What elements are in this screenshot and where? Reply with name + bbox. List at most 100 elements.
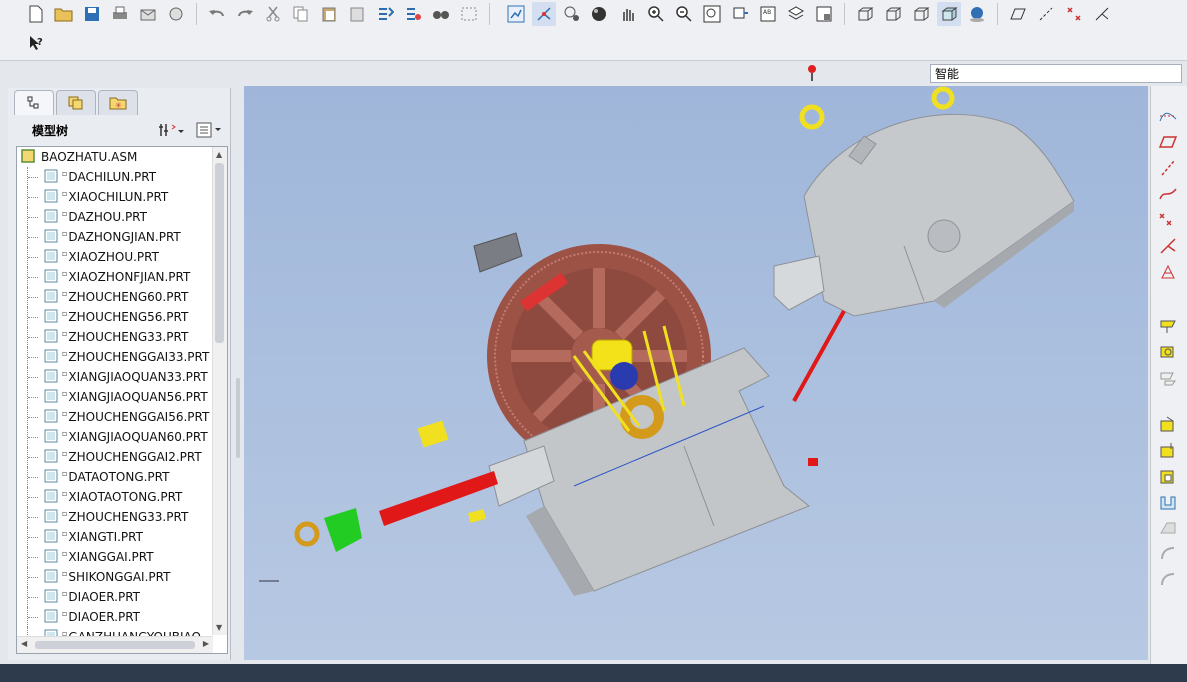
- lifting-ring-2[interactable]: [931, 86, 955, 110]
- scroll-down-icon[interactable]: ▼: [216, 623, 222, 632]
- tree-item[interactable]: ▫ DIAOER.PRT: [17, 607, 140, 627]
- tree-vertical-scrollbar[interactable]: ▲ ▼: [212, 147, 227, 635]
- datum-axis-tool-icon[interactable]: [1156, 156, 1180, 180]
- component-insert-icon[interactable]: [1156, 314, 1180, 338]
- undo-icon[interactable]: [205, 2, 229, 26]
- tree-item[interactable]: ▫ ZHOUCHENGGAI2.PRT: [17, 447, 202, 467]
- csys-icon[interactable]: [1090, 2, 1114, 26]
- datum-curve-tool-icon[interactable]: [1156, 182, 1180, 206]
- tree-item[interactable]: ▫ XIANGJIAOQUAN56.PRT: [17, 387, 208, 407]
- lifting-ring-1[interactable]: [799, 104, 825, 130]
- small-oil-ring-part[interactable]: [294, 521, 320, 547]
- tree-item[interactable]: ▫ ZHOUCHENG33.PRT: [17, 327, 188, 347]
- graphics-window[interactable]: [244, 86, 1148, 660]
- favorites-tab-icon[interactable]: ✳: [98, 90, 138, 115]
- view-manager-icon[interactable]: [812, 2, 836, 26]
- no-hidden-icon[interactable]: [909, 2, 933, 26]
- paste-special-icon[interactable]: [345, 2, 369, 26]
- tree-item[interactable]: ▫ DAZHONGJIAN.PRT: [17, 227, 181, 247]
- saved-views-icon[interactable]: AB: [756, 2, 780, 26]
- copy-icon[interactable]: [289, 2, 313, 26]
- datum-point-tool-icon[interactable]: [1156, 208, 1180, 232]
- appearance-icon[interactable]: [965, 2, 989, 26]
- package-icon[interactable]: [1156, 366, 1180, 390]
- tree-item[interactable]: ▫ XIANGGAI.PRT: [17, 547, 154, 567]
- component-create-icon[interactable]: [1156, 340, 1180, 364]
- spin-center-icon[interactable]: [532, 2, 556, 26]
- tree-item[interactable]: ▫ ZHOUCHENGGAI56.PRT: [17, 407, 209, 427]
- zoom-in-icon[interactable]: [644, 2, 668, 26]
- panel-splitter[interactable]: [234, 88, 242, 660]
- tree-item[interactable]: ▫ XIAOTAOTONG.PRT: [17, 487, 182, 507]
- chamfer-tool-icon[interactable]: [1156, 516, 1180, 540]
- tree-item[interactable]: ▫ XIANGJIAOQUAN60.PRT: [17, 427, 208, 447]
- tree-item[interactable]: ▫ XIANGJIAOQUAN33.PRT: [17, 367, 208, 387]
- tree-item[interactable]: ▫ XIANGTI.PRT: [17, 527, 143, 547]
- send-mail-icon[interactable]: [136, 2, 160, 26]
- repaint-icon[interactable]: [504, 2, 528, 26]
- model-tree-tab-icon[interactable]: [14, 90, 54, 115]
- shaded-icon[interactable]: [937, 2, 961, 26]
- print-icon[interactable]: [108, 2, 132, 26]
- layer-tree-tab-icon[interactable]: [56, 90, 96, 115]
- solidify-icon[interactable]: [1156, 464, 1180, 488]
- tree-item[interactable]: ▫ ZHOUCHENG33.PRT: [17, 507, 188, 527]
- tree-settings-icon[interactable]: [158, 122, 184, 141]
- tree-item[interactable]: ▫ XIAOZHONFJIAN.PRT: [17, 267, 190, 287]
- hub-part[interactable]: [610, 362, 638, 390]
- datum-plane-tool-icon[interactable]: [1156, 130, 1180, 154]
- sketch-icon[interactable]: [1156, 104, 1180, 128]
- refit-icon[interactable]: [700, 2, 724, 26]
- context-help-icon[interactable]: ?: [24, 31, 48, 55]
- hole-tool-icon[interactable]: [1156, 412, 1180, 436]
- reorient-icon[interactable]: [728, 2, 752, 26]
- paste-icon[interactable]: [317, 2, 341, 26]
- tree-hscroll-thumb[interactable]: [35, 641, 195, 649]
- pinion-gear-part[interactable]: [324, 508, 362, 552]
- spacer-part[interactable]: [467, 509, 487, 523]
- oil-plug-part[interactable]: [808, 458, 818, 466]
- scroll-up-icon[interactable]: ▲: [216, 150, 222, 159]
- analysis-tool-icon[interactable]: [1156, 260, 1180, 284]
- layers-icon[interactable]: [784, 2, 808, 26]
- tree-item[interactable]: ▫ DACHILUN.PRT: [17, 167, 156, 187]
- tree-root[interactable]: BAOZHATU.ASM: [17, 147, 137, 167]
- round-tool-icon[interactable]: [1156, 490, 1180, 514]
- regen-manager-icon[interactable]: [401, 2, 425, 26]
- selection-filter-dropdown[interactable]: 智能: [930, 64, 1182, 83]
- save-icon[interactable]: [80, 2, 104, 26]
- wireframe-icon[interactable]: [853, 2, 877, 26]
- shading-sphere-icon[interactable]: [588, 2, 612, 26]
- cut-icon[interactable]: [261, 2, 285, 26]
- datum-planes-icon[interactable]: [1006, 2, 1030, 26]
- datum-axes-icon[interactable]: [1034, 2, 1058, 26]
- select-box-icon[interactable]: [457, 2, 481, 26]
- tree-scroll-thumb[interactable]: [215, 163, 224, 343]
- tree-horizontal-scrollbar[interactable]: ◀ ▶: [17, 636, 213, 653]
- rib-tool-icon[interactable]: [1156, 568, 1180, 592]
- datum-points-icon[interactable]: [1062, 2, 1086, 26]
- extrude-cut-icon[interactable]: [1156, 438, 1180, 462]
- tree-item[interactable]: ▫ XIAOCHILUN.PRT: [17, 187, 168, 207]
- orient-mode-icon[interactable]: [560, 2, 584, 26]
- tree-item[interactable]: ▫ XIAOZHOU.PRT: [17, 247, 159, 267]
- scroll-left-icon[interactable]: ◀: [21, 639, 27, 648]
- find-icon[interactable]: [429, 2, 453, 26]
- tree-item[interactable]: ▫ ZHOUCHENG60.PRT: [17, 287, 188, 307]
- tree-item[interactable]: ▫ ZHOUCHENGGAI33.PRT: [17, 347, 209, 367]
- message-status-icon[interactable]: [805, 63, 819, 86]
- new-file-icon[interactable]: [24, 2, 48, 26]
- draft-tool-icon[interactable]: [1156, 542, 1180, 566]
- show-menu-icon[interactable]: [196, 122, 224, 141]
- tree-item[interactable]: ▫ ZHOUCHENG56.PRT: [17, 307, 188, 327]
- tree-item[interactable]: ▫ DAZHOU.PRT: [17, 207, 147, 227]
- hidden-line-icon[interactable]: [881, 2, 905, 26]
- scroll-right-icon[interactable]: ▶: [203, 639, 209, 648]
- pan-hand-icon[interactable]: [616, 2, 640, 26]
- tree-item[interactable]: ▫ SHIKONGGAI.PRT: [17, 567, 170, 587]
- send-link-icon[interactable]: [164, 2, 188, 26]
- small-bearing-part[interactable]: [417, 420, 449, 448]
- zoom-out-icon[interactable]: [672, 2, 696, 26]
- tree-item[interactable]: ▫ DIAOER.PRT: [17, 587, 140, 607]
- csys-tool-icon[interactable]: [1156, 234, 1180, 258]
